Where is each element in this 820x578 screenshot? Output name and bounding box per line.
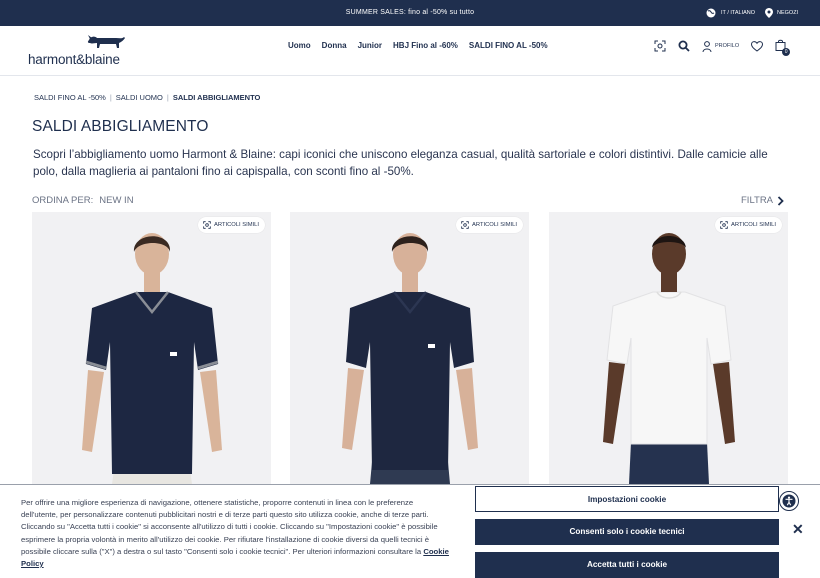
promo-text[interactable]: SUMMER SALES: fino al -50% su tutto <box>0 9 820 16</box>
product-grid: ARTICOLI SIMILI ARTICOLI SIMILI ARTICOLI… <box>32 212 788 512</box>
product-card[interactable]: ARTICOLI SIMILI <box>32 212 271 484</box>
cookie-settings-button[interactable]: Impostazioni cookie <box>475 486 779 512</box>
sort-control[interactable]: ORDINA PER: NEW IN <box>32 195 134 206</box>
main-nav: Uomo Donna Junior HBJ Fino al -60% SALDI… <box>288 41 548 50</box>
breadcrumb-saldi[interactable]: SALDI FINO AL -50% <box>34 93 106 102</box>
product-card[interactable]: ARTICOLI SIMILI <box>549 212 788 484</box>
visual-search-icon <box>461 221 469 229</box>
product-image <box>290 212 529 484</box>
sort-value[interactable]: NEW IN <box>99 195 133 206</box>
globe-icon <box>706 8 716 18</box>
language-selector[interactable]: IT / ITALIANO <box>706 8 755 18</box>
chevron-right-icon <box>777 195 784 206</box>
language-label: IT / ITALIANO <box>721 10 756 16</box>
filter-button[interactable]: FILTRA <box>741 195 784 206</box>
profile-label: PROFILO <box>715 43 740 49</box>
nav-saldi[interactable]: SALDI FINO AL -50% <box>469 41 548 50</box>
logo-wordmark: harmont&blaine <box>28 52 120 67</box>
cart-count-badge: 0 <box>782 48 791 56</box>
product-image <box>32 212 271 484</box>
cart-button[interactable]: 0 <box>775 39 791 56</box>
stores-label: NEGOZI <box>777 10 799 16</box>
brand-logo[interactable]: harmont&blaine <box>28 32 138 72</box>
cookie-notice-body: Per offrire una migliore esperienza di n… <box>21 498 438 556</box>
dachshund-logo-icon <box>87 35 125 48</box>
nav-donna[interactable]: Donna <box>322 41 347 50</box>
site-header: harmont&blaine Uomo Donna Junior HBJ Fin… <box>0 26 820 76</box>
product-image <box>549 212 788 484</box>
accept-all-cookies-button[interactable]: Accetta tutti i cookie <box>475 552 779 578</box>
breadcrumb: SALDI FINO AL -50% | SALDI UOMO | SALDI … <box>34 93 260 102</box>
stores-link[interactable]: NEGOZI <box>765 8 798 18</box>
visual-search-icon <box>720 221 728 229</box>
visual-search-icon <box>203 221 211 229</box>
profile-link[interactable]: PROFILO <box>702 40 740 52</box>
nav-hbj-sale[interactable]: HBJ Fino al -60% <box>393 41 458 50</box>
promo-bar: SUMMER SALES: fino al -50% su tutto IT /… <box>0 0 820 26</box>
similar-items-button[interactable]: ARTICOLI SIMILI <box>456 217 523 233</box>
nav-junior[interactable]: Junior <box>358 41 382 50</box>
visual-search-icon[interactable] <box>654 40 666 52</box>
accessibility-button[interactable] <box>779 491 799 511</box>
page-title: SALDI ABBIGLIAMENTO <box>32 118 209 135</box>
filter-label: FILTRA <box>741 195 774 206</box>
location-pin-icon <box>765 8 773 18</box>
sort-label: ORDINA PER: <box>32 195 94 206</box>
cookie-banner: Per offrire una migliore esperienza di n… <box>0 484 820 578</box>
heart-icon[interactable] <box>751 40 764 52</box>
product-card[interactable]: ARTICOLI SIMILI <box>290 212 529 484</box>
close-icon[interactable]: ✕ <box>792 521 804 538</box>
breadcrumb-separator: | <box>109 93 112 102</box>
header-actions: PROFILO 0 <box>654 39 791 56</box>
user-icon <box>702 40 712 52</box>
similar-items-button[interactable]: ARTICOLI SIMILI <box>198 217 265 233</box>
nav-uomo[interactable]: Uomo <box>288 41 311 50</box>
similar-items-button[interactable]: ARTICOLI SIMILI <box>715 217 782 233</box>
technical-cookies-only-button[interactable]: Consenti solo i cookie tecnici <box>475 519 779 545</box>
similar-items-label: ARTICOLI SIMILI <box>731 222 776 228</box>
similar-items-label: ARTICOLI SIMILI <box>472 222 517 228</box>
breadcrumb-separator: | <box>166 93 169 102</box>
accessibility-icon <box>782 494 796 508</box>
breadcrumb-saldi-uomo[interactable]: SALDI UOMO <box>116 93 163 102</box>
category-description: Scopri l’abbigliamento uomo Harmont & Bl… <box>33 148 768 178</box>
cookie-notice-text: Per offrire una migliore esperienza di n… <box>21 497 451 570</box>
breadcrumb-current: SALDI ABBIGLIAMENTO <box>172 93 261 102</box>
similar-items-label: ARTICOLI SIMILI <box>214 222 259 228</box>
search-icon[interactable] <box>678 40 690 52</box>
